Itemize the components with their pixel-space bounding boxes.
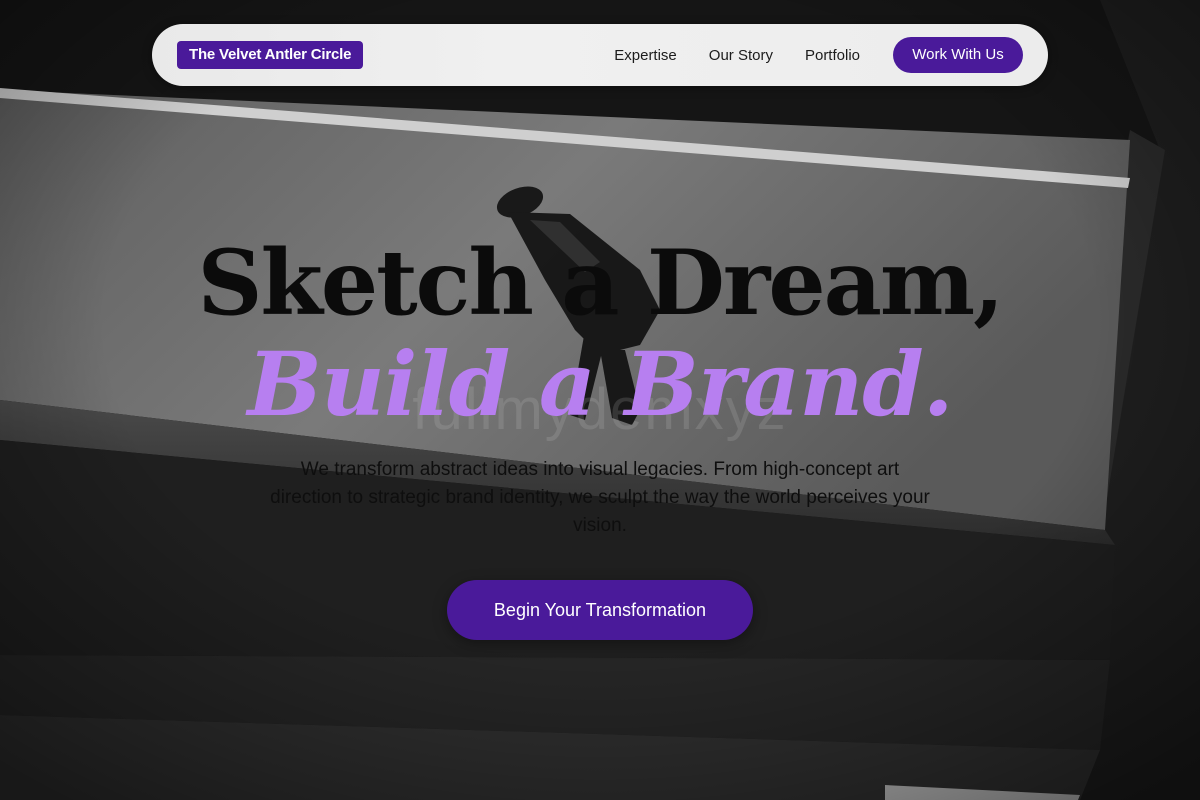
work-with-us-button[interactable]: Work With Us bbox=[893, 37, 1023, 73]
begin-transformation-button[interactable]: Begin Your Transformation bbox=[447, 580, 753, 640]
nav-link-portfolio[interactable]: Portfolio bbox=[805, 47, 860, 64]
brand-logo[interactable]: The Velvet Antler Circle bbox=[177, 41, 364, 69]
hero-headline-line-2: Build a Brand. bbox=[247, 332, 954, 436]
landing-page: The Velvet Antler Circle Expertise Our S… bbox=[0, 0, 1200, 800]
nav-links: Expertise Our Story Portfolio bbox=[614, 24, 860, 86]
nav-link-our-story[interactable]: Our Story bbox=[709, 47, 773, 64]
hero-headline: Sketch a Dream, Build a Brand. bbox=[0, 238, 1200, 428]
hero-headline-line-1: Sketch a Dream, bbox=[197, 230, 1004, 336]
top-navigation-bar: The Velvet Antler Circle Expertise Our S… bbox=[152, 24, 1048, 86]
nav-link-expertise[interactable]: Expertise bbox=[614, 47, 677, 64]
hero-subtitle: We transform abstract ideas into visual … bbox=[270, 459, 930, 536]
